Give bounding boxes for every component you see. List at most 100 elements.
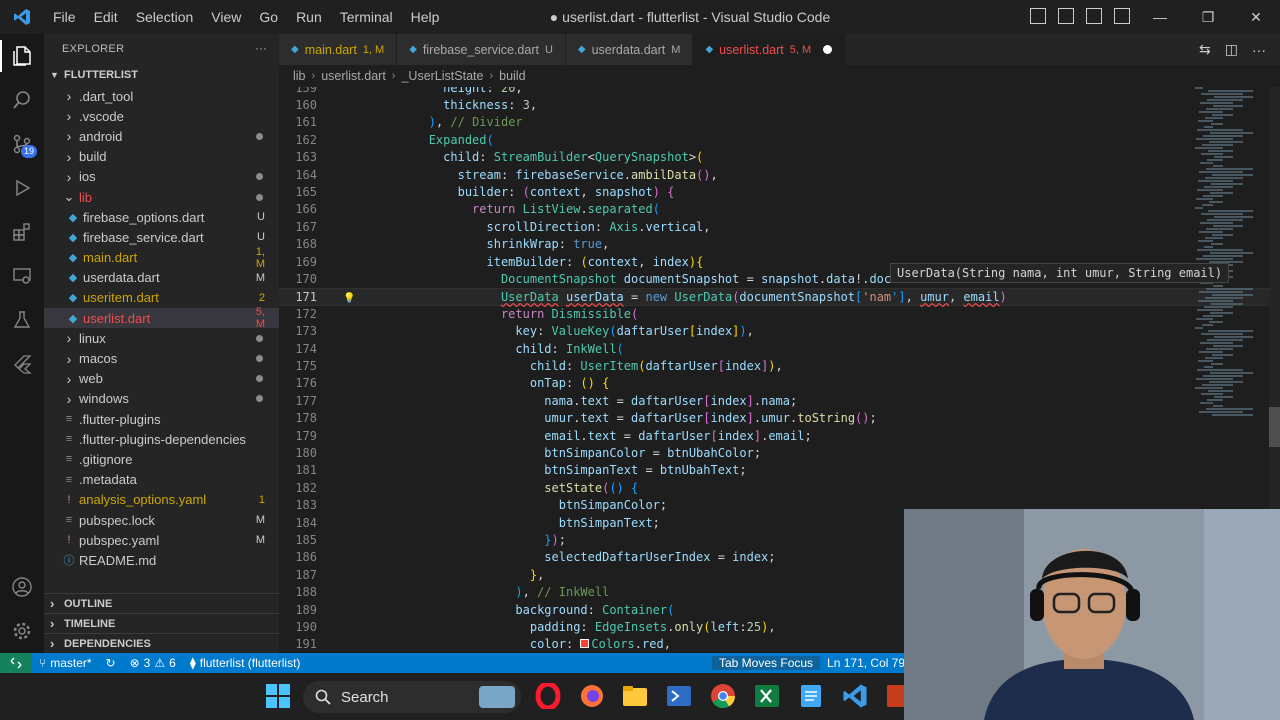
toggle-primary-sidebar-icon[interactable] [1030, 8, 1046, 24]
restore-button[interactable]: ❐ [1184, 0, 1232, 34]
tab-status: 1, M [362, 43, 385, 56]
tree-item[interactable]: ! pubspec.yaml M [44, 530, 279, 550]
tab-userdata-dart[interactable]: ◆ userdata.dart M [565, 34, 694, 65]
tree-item[interactable]: ⌄ lib [44, 187, 279, 207]
menu-view[interactable]: View [202, 0, 250, 34]
breadcrumb-item[interactable]: lib [293, 69, 306, 83]
section-label: OUTLINE [64, 597, 113, 610]
menu-run[interactable]: Run [287, 0, 331, 34]
tree-item[interactable]: › linux [44, 328, 279, 348]
notepad-icon[interactable] [798, 683, 824, 709]
accounts-icon[interactable] [0, 565, 44, 609]
explorer-more-button[interactable]: ··· [255, 43, 267, 55]
firefox-icon[interactable] [579, 683, 605, 709]
tree-item[interactable]: › macos [44, 348, 279, 368]
chrome-icon[interactable] [710, 683, 736, 709]
split-editor-icon[interactable]: ◫ [1225, 41, 1238, 58]
settings-gear-icon[interactable] [0, 609, 44, 653]
code-text: child: UserItem(daftarUser[index]), [529, 358, 783, 373]
breadcrumb-item[interactable]: _UserListState [401, 69, 483, 83]
minimap-line [1212, 294, 1253, 296]
menu-file[interactable]: File [44, 0, 85, 34]
scrollbar-thumb[interactable] [1269, 407, 1280, 447]
toggle-panel-icon[interactable] [1058, 8, 1074, 24]
tree-item[interactable]: ◆ useritem.dart 2 [44, 288, 279, 308]
remote-indicator-icon[interactable] [0, 653, 32, 673]
flutter-project-status[interactable]: ⧫ flutterlist (flutterlist) [183, 656, 308, 670]
menu-terminal[interactable]: Terminal [331, 0, 402, 34]
branch-status[interactable]: ⑂ master* [32, 656, 99, 670]
breadcrumb-item[interactable]: userlist.dart [321, 69, 386, 83]
section-outline[interactable]: › OUTLINE [44, 593, 279, 613]
problems-status[interactable]: ⊗ 3 ⚠ 6 [123, 656, 183, 670]
line-number: 160 [295, 97, 317, 112]
more-actions-icon[interactable]: ··· [1252, 42, 1266, 58]
cursor-position[interactable]: Ln 171, Col 79 [820, 656, 912, 670]
tree-item[interactable]: ≡ .flutter-plugins-dependencies [44, 429, 279, 449]
minimap[interactable] [1189, 87, 1269, 417]
tree-item[interactable]: › ios [44, 167, 279, 187]
tree-item[interactable]: › web [44, 369, 279, 389]
extensions-icon[interactable] [0, 210, 44, 254]
minimize-button[interactable]: — [1136, 0, 1184, 34]
tree-item[interactable]: › build [44, 147, 279, 167]
menu-help[interactable]: Help [402, 0, 449, 34]
remote-explorer-icon[interactable] [0, 254, 44, 298]
tab-userlist-dart[interactable]: ◆ userlist.dart 5, M [693, 34, 846, 65]
minimap-line [1209, 141, 1243, 143]
flutter-icon[interactable] [0, 342, 44, 386]
tree-item[interactable]: › windows [44, 389, 279, 409]
tree-item[interactable]: ◆ userlist.dart 5, M [44, 306, 279, 330]
tree-item[interactable]: ≡ .gitignore [44, 449, 279, 469]
tree-item[interactable]: › .vscode [44, 106, 279, 126]
tree-item[interactable]: ≡ pubspec.lock M [44, 510, 279, 530]
powershell-icon[interactable] [666, 683, 692, 709]
tree-item[interactable]: ◆ firebase_service.dart U [44, 227, 279, 247]
minimap-line [1203, 195, 1223, 197]
tree-item[interactable]: › android [44, 126, 279, 146]
tree-item[interactable]: ◆ main.dart 1, M [44, 246, 279, 270]
open-changes-icon[interactable]: ⇆ [1199, 41, 1211, 58]
excel-icon[interactable] [754, 683, 780, 709]
menu-selection[interactable]: Selection [127, 0, 203, 34]
opera-icon[interactable] [535, 681, 561, 711]
vscode-taskbar-icon[interactable] [842, 683, 868, 709]
windows-start-icon[interactable] [265, 683, 291, 709]
tree-item[interactable]: ◆ userdata.dart M [44, 268, 279, 288]
close-window-button[interactable]: ✕ [1232, 0, 1280, 34]
explorer-header: EXPLORER ··· [44, 34, 279, 64]
line-number: 170 [295, 271, 317, 286]
section-timeline[interactable]: › TIMELINE [44, 613, 279, 633]
tree-item[interactable]: › .dart_tool [44, 86, 279, 106]
breadcrumb-item[interactable]: build [499, 69, 525, 83]
tree-item[interactable]: ≡ .flutter-plugins [44, 409, 279, 429]
file-explorer-icon[interactable] [622, 683, 648, 709]
taskbar-search[interactable]: Search [303, 681, 521, 713]
menu-edit[interactable]: Edit [85, 0, 127, 34]
sync-button[interactable]: ↻ [99, 656, 123, 670]
minimap-line [1198, 300, 1233, 302]
menu-go[interactable]: Go [250, 0, 287, 34]
tree-item[interactable]: ≡ .metadata [44, 470, 279, 490]
search-icon[interactable] [0, 78, 44, 122]
tree-item[interactable]: ! analysis_options.yaml 1 [44, 490, 279, 510]
run-debug-icon[interactable] [0, 166, 44, 210]
minimap-line [1213, 345, 1243, 347]
code-text: Expanded( [428, 132, 494, 147]
section-dependencies[interactable]: › DEPENDENCIES [44, 633, 279, 653]
testing-icon[interactable] [0, 298, 44, 342]
unsaved-dot-icon[interactable] [823, 45, 833, 54]
tab-main-dart[interactable]: ◆ main.dart 1, M [279, 34, 398, 65]
tab-firebase-service-dart[interactable]: ◆ firebase_service.dart U [397, 34, 566, 65]
source-control-icon[interactable]: 19 [0, 122, 44, 166]
tree-item[interactable]: ⓘ README.md [44, 550, 279, 570]
minimap-line [1202, 204, 1213, 206]
code-text: padding: EdgeInsets.only(left:25), [529, 619, 776, 634]
workspace-root[interactable]: ▼ FLUTTERLIST [44, 64, 279, 86]
explorer-icon[interactable] [0, 34, 44, 78]
tree-item[interactable]: ◆ firebase_options.dart U [44, 207, 279, 227]
tab-moves-focus[interactable]: Tab Moves Focus [712, 656, 821, 670]
customize-layout-icon[interactable] [1114, 8, 1130, 24]
toggle-secondary-sidebar-icon[interactable] [1086, 8, 1102, 24]
branch-name: master* [50, 656, 92, 670]
